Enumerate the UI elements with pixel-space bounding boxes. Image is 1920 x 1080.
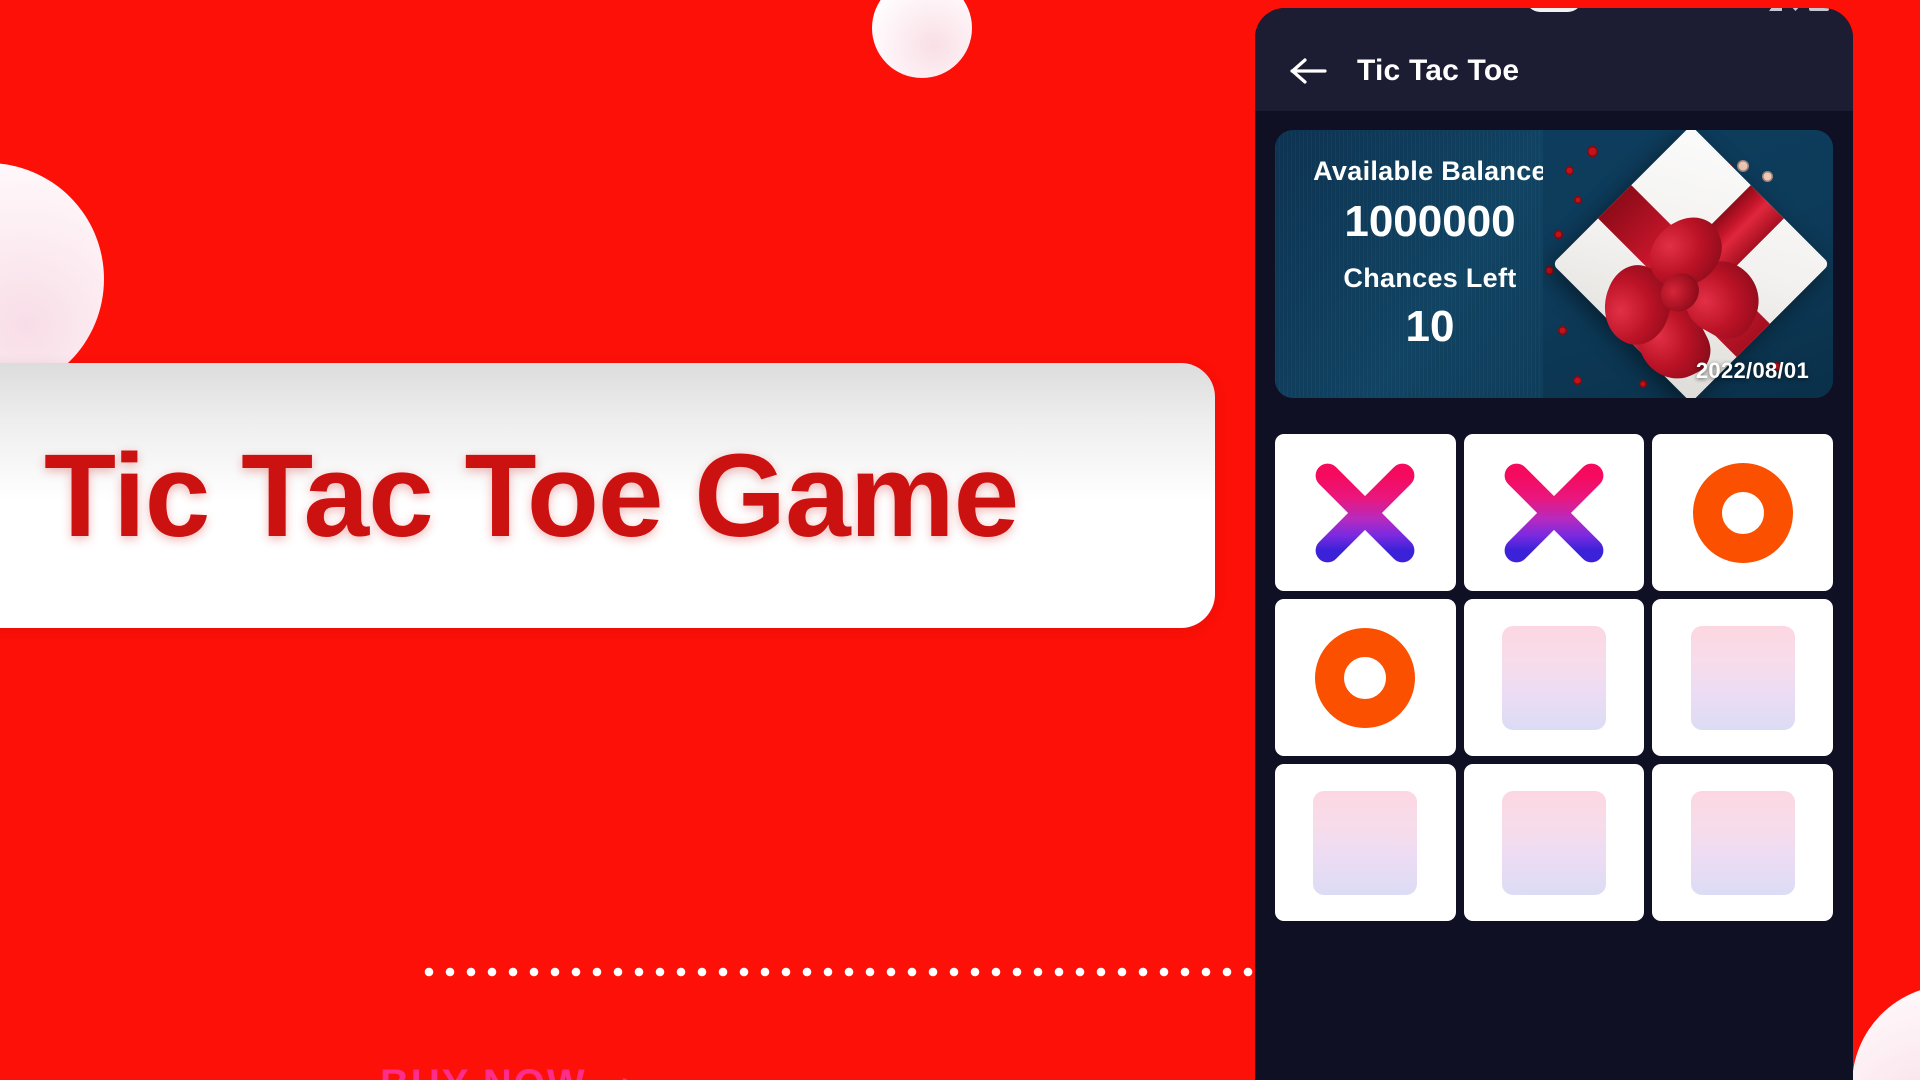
- title-banner: Tic Tac Toe Game: [0, 363, 1215, 628]
- card-date: 2022/08/01: [1695, 358, 1809, 383]
- empty-cell-tile: [1690, 790, 1795, 895]
- board-cell-o[interactable]: [1652, 434, 1833, 591]
- buy-now-label: BUY NOW: [380, 1062, 587, 1080]
- gift-box-image: 2022/08/01: [1543, 130, 1833, 398]
- confetti-dot: [1574, 196, 1582, 204]
- confetti-dot: [1762, 171, 1773, 182]
- back-button[interactable]: [1285, 47, 1333, 95]
- chances-left-label: Chances Left: [1343, 263, 1517, 293]
- x-mark-icon: [1504, 463, 1604, 562]
- wifi-icon: [1789, 8, 1802, 11]
- back-arrow-icon: [1289, 55, 1329, 87]
- status-bar-icons: [1769, 8, 1829, 11]
- board-cell-o[interactable]: [1275, 599, 1456, 756]
- balance-value: 1000000: [1344, 197, 1516, 246]
- balance-card[interactable]: Available Balance 1000000 Chances Left 1…: [1275, 130, 1833, 398]
- decorative-circle-bottom-right: [1852, 985, 1920, 1080]
- camera-notch: [1526, 8, 1582, 12]
- empty-cell-tile: [1501, 625, 1606, 730]
- confetti-dot: [1545, 266, 1554, 275]
- confetti-dot: [1737, 160, 1749, 172]
- board-cell-empty[interactable]: [1275, 764, 1456, 921]
- decorative-circle-left: [0, 163, 104, 395]
- balance-label: Available Balance: [1313, 156, 1547, 186]
- app-bar: Tic Tac Toe: [1255, 31, 1853, 111]
- empty-cell-tile: [1690, 625, 1795, 730]
- chances-left-value: 10: [1405, 302, 1455, 351]
- confetti-dot: [1639, 380, 1647, 388]
- confetti-dot: [1554, 230, 1563, 239]
- signal-icon: [1769, 8, 1782, 11]
- decorative-circle-top: [872, 0, 972, 78]
- confetti-dot: [1565, 166, 1574, 175]
- board-cell-empty[interactable]: [1652, 599, 1833, 756]
- app-bar-title: Tic Tac Toe: [1357, 54, 1520, 87]
- page-title: Tic Tac Toe Game: [44, 429, 1019, 562]
- chevron-right-icon: ›: [621, 1062, 636, 1080]
- board-cell-empty[interactable]: [1463, 764, 1645, 921]
- balance-text-block: Available Balance 1000000 Chances Left 1…: [1275, 156, 1585, 352]
- dotted-divider: [424, 967, 1254, 977]
- board-cell-x[interactable]: [1275, 434, 1456, 591]
- board-cell-x[interactable]: [1463, 434, 1645, 591]
- confetti-dot: [1558, 326, 1567, 335]
- status-bar: [1255, 8, 1853, 31]
- buy-now-button[interactable]: BUY NOW ›: [380, 1062, 636, 1080]
- o-mark-icon: [1692, 462, 1793, 563]
- board-cell-empty[interactable]: [1463, 599, 1645, 756]
- tic-tac-toe-board: [1275, 434, 1833, 921]
- phone-screen: Tic Tac Toe Available Balance 1000000 Ch…: [1255, 8, 1853, 1080]
- confetti-dot: [1587, 146, 1598, 157]
- confetti-dot: [1573, 376, 1582, 385]
- board-cell-empty[interactable]: [1652, 764, 1833, 921]
- o-mark-icon: [1315, 627, 1416, 728]
- promo-page: Tic Tac Toe Game BUY NOW ›: [0, 0, 1920, 1080]
- battery-icon: [1809, 8, 1829, 11]
- empty-cell-tile: [1313, 790, 1418, 895]
- x-mark-icon: [1315, 463, 1415, 562]
- empty-cell-tile: [1501, 790, 1606, 895]
